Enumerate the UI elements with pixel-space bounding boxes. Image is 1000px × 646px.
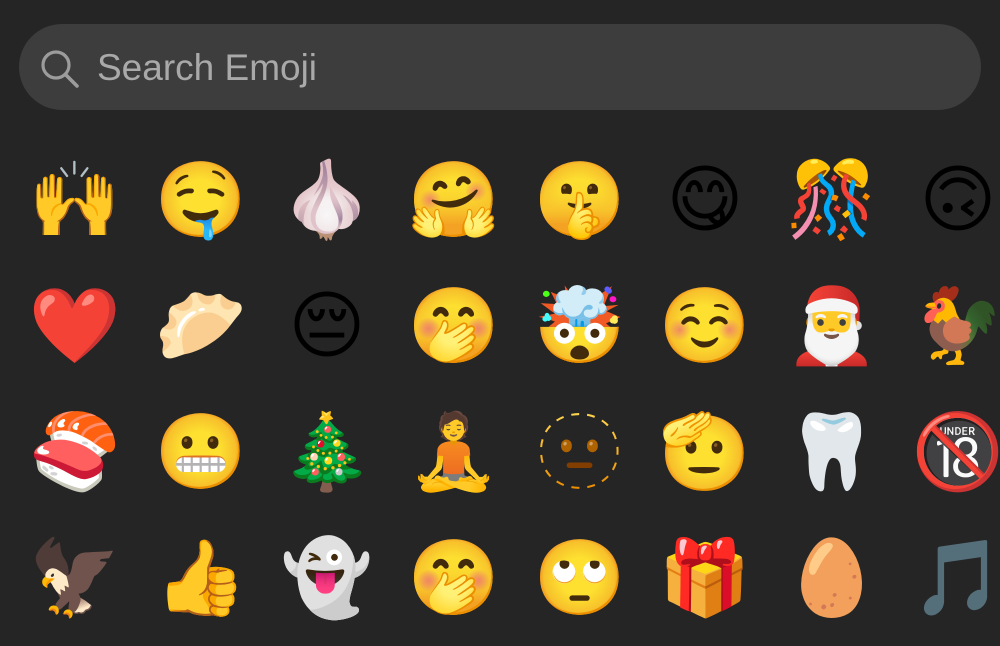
ghost-emoji: 👻 <box>280 535 374 621</box>
no-one-under-eighteen-emoji: 🔞 <box>911 409 1000 495</box>
face-with-hand-over-mouth-2-emoji: 🤭 <box>407 535 501 621</box>
emoji-face-with-hand-over-mouth[interactable]: 🤭 <box>404 276 504 376</box>
emoji-dumpling-sticker[interactable]: 🥟 <box>151 276 251 376</box>
emoji-face-with-hand-over-mouth-2[interactable]: 🤭 <box>404 528 504 628</box>
garlic-sticker-emoji: 🧄 <box>280 157 374 243</box>
face-with-hand-over-mouth-emoji: 🤭 <box>407 283 501 369</box>
emoji-thumbs-up[interactable]: 👍 <box>151 528 251 628</box>
grimacing-face-emoji: 😬 <box>154 409 248 495</box>
emoji-christmas-tree[interactable]: 🎄 <box>277 402 377 502</box>
red-heart-emoji: ❤️ <box>28 283 122 369</box>
emoji-red-heart[interactable]: ❤️ <box>25 276 125 376</box>
emoji-monk-sticker[interactable]: 🧘 <box>404 402 504 502</box>
emoji-raising-hands[interactable]: 🙌 <box>25 150 125 250</box>
emoji-grimacing-face[interactable]: 😬 <box>151 402 251 502</box>
emoji-shushing-face[interactable]: 🤫 <box>530 150 630 250</box>
search-icon <box>41 50 79 88</box>
exploding-head-skull-emoji: 🤯 <box>533 283 627 369</box>
shushing-face-emoji: 🤫 <box>533 157 627 243</box>
emoji-face-with-rolling-eyes[interactable]: 🙄 <box>530 528 630 628</box>
upside-down-face-emoji: 🙃 <box>919 157 997 243</box>
emoji-sushi-roll-sticker[interactable]: 🍣 <box>25 402 125 502</box>
emoji-saluting-face[interactable]: 🫡 <box>655 402 755 502</box>
emoji-wrapped-gift[interactable]: 🎁 <box>655 528 755 628</box>
emoji-grid: 🙌 🤤 🧄 🤗 🤫 😋 🎊 🙃 ❤️ 🥟 😔 🤭 🤯 ☺️ 🎅 🐓 🍣 😬 🎄 … <box>0 140 1000 646</box>
raising-hands-emoji: 🙌 <box>28 157 122 243</box>
pensive-face-emoji: 😔 <box>288 283 366 369</box>
egg-emoji: 🥚 <box>785 535 879 621</box>
emoji-upside-down-face[interactable]: 🙃 <box>908 150 1000 250</box>
emoji-garlic-sticker[interactable]: 🧄 <box>277 150 377 250</box>
emoji-exploding-head-skull[interactable]: 🤯 <box>530 276 630 376</box>
eagle-sticker-emoji: 🦅 <box>28 535 122 621</box>
tooth-emoji: 🦷 <box>785 409 879 495</box>
emoji-smiling-face[interactable]: ☺️ <box>655 276 755 376</box>
wrapped-gift-emoji: 🎁 <box>658 535 752 621</box>
emoji-rooster[interactable]: 🐓 <box>908 276 1000 376</box>
emoji-hugging-face[interactable]: 🤗 <box>404 150 504 250</box>
santa-claus-emoji: 🎅 <box>785 283 879 369</box>
christmas-tree-emoji: 🎄 <box>280 409 374 495</box>
drooling-face-emoji: 🤤 <box>154 157 248 243</box>
emoji-musical-note[interactable]: 🎵 <box>908 528 1000 628</box>
emoji-pensive-face[interactable]: 😔 <box>277 276 377 376</box>
musical-note-emoji: 🎵 <box>911 535 1000 621</box>
emoji-picker: 🙌 🤤 🧄 🤗 🤫 😋 🎊 🙃 ❤️ 🥟 😔 🤭 🤯 ☺️ 🎅 🐓 🍣 😬 🎄 … <box>0 0 1000 646</box>
emoji-tooth[interactable]: 🦷 <box>782 402 882 502</box>
emoji-dotted-line-face[interactable]: 🫥 <box>530 402 630 502</box>
emoji-ghost[interactable]: 👻 <box>277 528 377 628</box>
emoji-drooling-face[interactable]: 🤤 <box>151 150 251 250</box>
smiling-face-emoji: ☺️ <box>658 283 752 369</box>
emoji-face-savoring-food[interactable]: 😋 <box>655 150 755 250</box>
face-savoring-food-emoji: 😋 <box>666 157 744 243</box>
emoji-eagle-sticker[interactable]: 🦅 <box>25 528 125 628</box>
monk-sticker-emoji: 🧘 <box>407 409 501 495</box>
search-input[interactable] <box>97 44 957 92</box>
dotted-line-face-emoji: 🫥 <box>533 409 627 495</box>
face-with-rolling-eyes-emoji: 🙄 <box>533 535 627 621</box>
emoji-santa-claus[interactable]: 🎅 <box>782 276 882 376</box>
saluting-face-emoji: 🫡 <box>658 409 752 495</box>
confetti-ball-emoji: 🎊 <box>785 157 879 243</box>
emoji-confetti-ball[interactable]: 🎊 <box>782 150 882 250</box>
emoji-no-one-under-eighteen[interactable]: 🔞 <box>908 402 1000 502</box>
rooster-emoji: 🐓 <box>911 283 1000 369</box>
thumbs-up-emoji: 👍 <box>154 535 248 621</box>
emoji-egg[interactable]: 🥚 <box>782 528 882 628</box>
dumpling-sticker-emoji: 🥟 <box>154 283 248 369</box>
hugging-face-emoji: 🤗 <box>407 157 501 243</box>
sushi-roll-sticker-emoji: 🍣 <box>28 409 122 495</box>
